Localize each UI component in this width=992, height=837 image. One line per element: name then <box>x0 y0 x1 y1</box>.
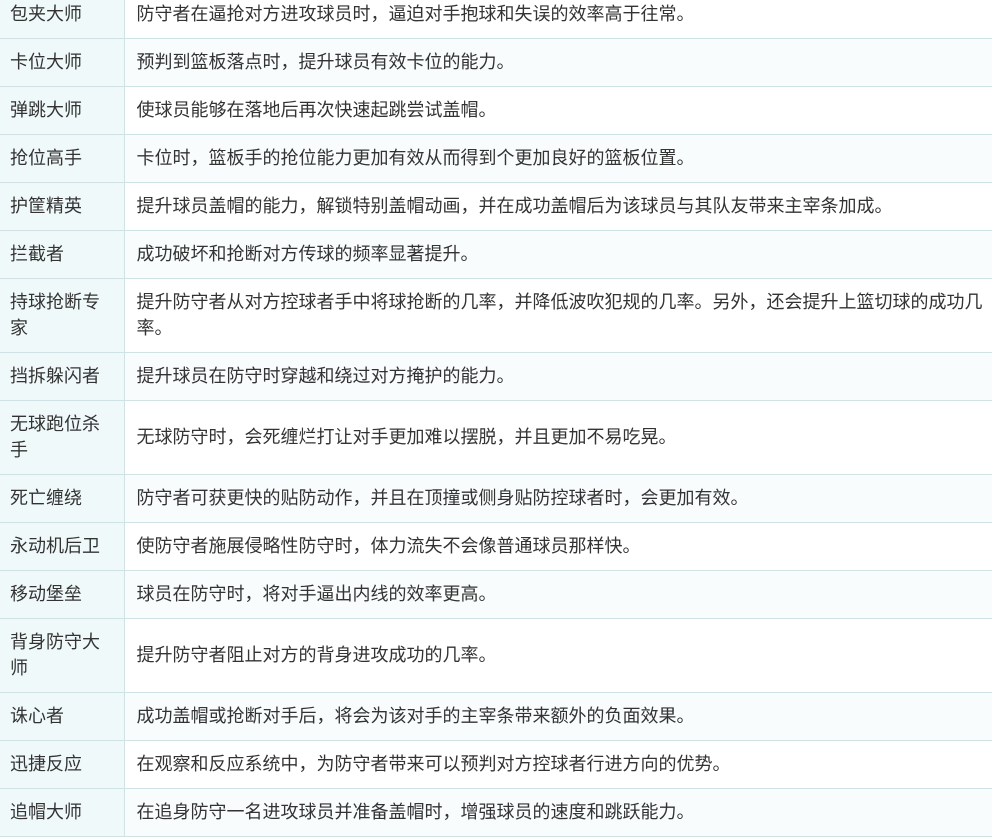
badge-name: 持球抢断专家 <box>0 278 125 353</box>
table-row: 背身防守大师 提升防守者阻止对方的背身进攻成功的几率。 <box>0 618 992 693</box>
badge-description: 防守者可获更快的贴防动作，并且在顶撞或侧身贴防控球者时，会更加有效。 <box>124 474 992 523</box>
badge-name: 包夹大师 <box>0 0 125 39</box>
badge-name: 移动堡垒 <box>0 570 125 619</box>
table-row: 护筐精英 提升球员盖帽的能力，解锁特别盖帽动画，并在成功盖帽后为该球员与其队友带… <box>0 182 992 231</box>
badge-table: 包夹大师 防守者在逼抢对方进攻球员时，逼迫对手抱球和失误的效率高于往常。 卡位大… <box>0 0 992 837</box>
badge-description: 成功盖帽或抢断对手后，将会为该对手的主宰条带来额外的负面效果。 <box>124 692 992 741</box>
badge-name: 挡拆躲闪者 <box>0 352 125 401</box>
table-row: 卡位大师 预判到篮板落点时，提升球员有效卡位的能力。 <box>0 38 992 87</box>
table-row: 挡拆躲闪者 提升球员在防守时穿越和绕过对方掩护的能力。 <box>0 352 992 401</box>
badge-name: 背身防守大师 <box>0 618 125 693</box>
badge-name: 无球跑位杀手 <box>0 400 125 475</box>
badge-name: 拦截者 <box>0 230 125 279</box>
badge-description: 提升防守者阻止对方的背身进攻成功的几率。 <box>124 618 992 693</box>
table-row: 抢位高手 卡位时，篮板手的抢位能力更加有效从而得到个更加良好的篮板位置。 <box>0 134 992 183</box>
table-row: 追帽大师 在追身防守一名进攻球员并准备盖帽时，增强球员的速度和跳跃能力。 <box>0 788 992 837</box>
table-row: 永动机后卫 使防守者施展侵略性防守时，体力流失不会像普通球员那样快。 <box>0 522 992 571</box>
badge-name: 追帽大师 <box>0 788 125 837</box>
badge-description: 使防守者施展侵略性防守时，体力流失不会像普通球员那样快。 <box>124 522 992 571</box>
table-row: 移动堡垒 球员在防守时，将对手逼出内线的效率更高。 <box>0 570 992 619</box>
table-row: 弹跳大师 使球员能够在落地后再次快速起跳尝试盖帽。 <box>0 86 992 135</box>
badge-name: 护筐精英 <box>0 182 125 231</box>
badge-description: 提升球员盖帽的能力，解锁特别盖帽动画，并在成功盖帽后为该球员与其队友带来主宰条加… <box>124 182 992 231</box>
badge-description: 球员在防守时，将对手逼出内线的效率更高。 <box>124 570 992 619</box>
table-row: 拦截者 成功破坏和抢断对方传球的频率显著提升。 <box>0 230 992 279</box>
table-row: 迅捷反应 在观察和反应系统中，为防守者带来可以预判对方控球者行进方向的优势。 <box>0 740 992 789</box>
badge-description: 提升球员在防守时穿越和绕过对方掩护的能力。 <box>124 352 992 401</box>
badge-description: 使球员能够在落地后再次快速起跳尝试盖帽。 <box>124 86 992 135</box>
badge-description: 在追身防守一名进攻球员并准备盖帽时，增强球员的速度和跳跃能力。 <box>124 788 992 837</box>
badge-name: 迅捷反应 <box>0 740 125 789</box>
table-row: 持球抢断专家 提升防守者从对方控球者手中将球抢断的几率，并降低波吹犯规的几率。另… <box>0 278 992 353</box>
badge-description: 卡位时，篮板手的抢位能力更加有效从而得到个更加良好的篮板位置。 <box>124 134 992 183</box>
badge-description: 在观察和反应系统中，为防守者带来可以预判对方控球者行进方向的优势。 <box>124 740 992 789</box>
badge-name: 诛心者 <box>0 692 125 741</box>
table-row: 包夹大师 防守者在逼抢对方进攻球员时，逼迫对手抱球和失误的效率高于往常。 <box>0 0 992 39</box>
badge-description: 防守者在逼抢对方进攻球员时，逼迫对手抱球和失误的效率高于往常。 <box>124 0 992 39</box>
table-row: 诛心者 成功盖帽或抢断对手后，将会为该对手的主宰条带来额外的负面效果。 <box>0 692 992 741</box>
badge-description: 预判到篮板落点时，提升球员有效卡位的能力。 <box>124 38 992 87</box>
badge-name: 死亡缠绕 <box>0 474 125 523</box>
badge-name: 弹跳大师 <box>0 86 125 135</box>
badge-description: 成功破坏和抢断对方传球的频率显著提升。 <box>124 230 992 279</box>
badge-name: 卡位大师 <box>0 38 125 87</box>
table-row: 无球跑位杀手 无球防守时，会死缠烂打让对手更加难以摆脱，并且更加不易吃晃。 <box>0 400 992 475</box>
badge-name: 永动机后卫 <box>0 522 125 571</box>
table-row: 死亡缠绕 防守者可获更快的贴防动作，并且在顶撞或侧身贴防控球者时，会更加有效。 <box>0 474 992 523</box>
badge-description: 提升防守者从对方控球者手中将球抢断的几率，并降低波吹犯规的几率。另外，还会提升上… <box>124 278 992 353</box>
badge-description: 无球防守时，会死缠烂打让对手更加难以摆脱，并且更加不易吃晃。 <box>124 400 992 475</box>
badge-name: 抢位高手 <box>0 134 125 183</box>
